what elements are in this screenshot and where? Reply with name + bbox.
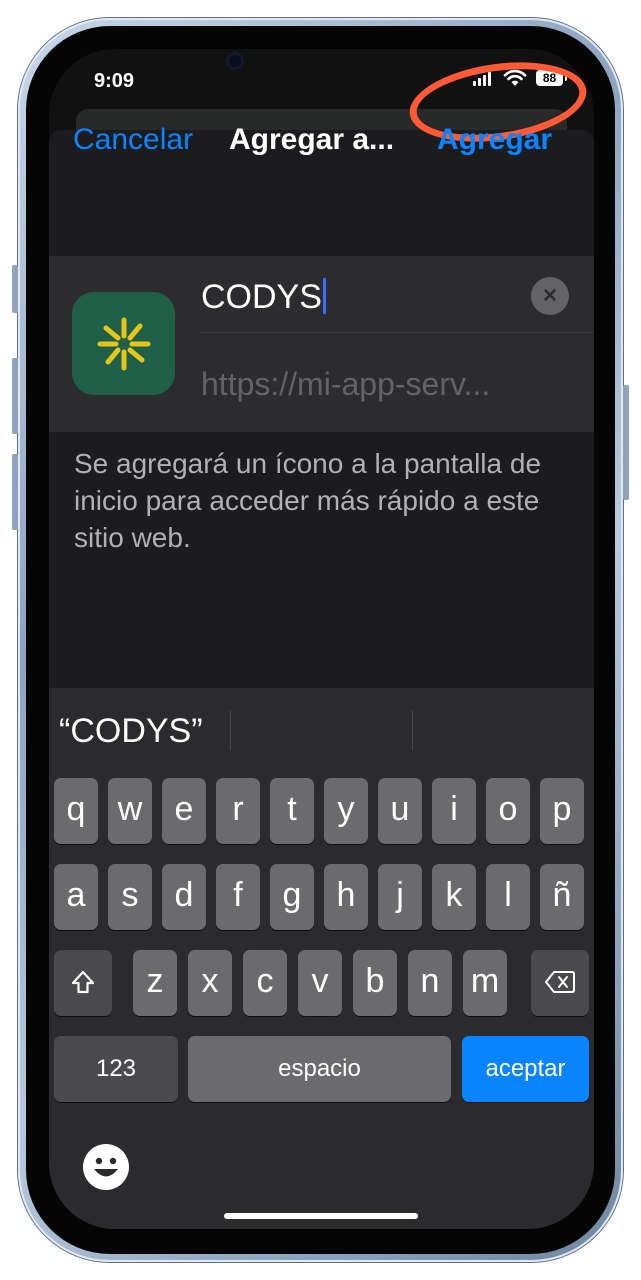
- name-input-text: CODYS: [201, 278, 326, 317]
- key[interactable]: m: [463, 950, 507, 1016]
- screen: 9:09 88 Cancelar Agregar a... Agregar CO…: [49, 49, 594, 1229]
- key[interactable]: f: [216, 864, 260, 930]
- key[interactable]: h: [324, 864, 368, 930]
- key[interactable]: s: [108, 864, 152, 930]
- autocorrect-suggestion[interactable]: “CODYS”: [59, 712, 203, 751]
- key[interactable]: l: [486, 864, 530, 930]
- text-caret: [322, 278, 326, 314]
- status-time: 9:09: [94, 70, 135, 92]
- clear-icon[interactable]: ×: [531, 277, 569, 315]
- delete-icon: [545, 971, 575, 993]
- key[interactable]: p: [540, 778, 584, 844]
- suggestion-divider: [412, 710, 413, 750]
- home-indicator: [224, 1213, 418, 1219]
- key[interactable]: k: [432, 864, 476, 930]
- key[interactable]: q: [54, 778, 98, 844]
- key[interactable]: n: [408, 950, 452, 1016]
- key[interactable]: z: [133, 950, 177, 1016]
- help-text: Se agregará un ícono a la pantalla de in…: [74, 448, 542, 553]
- key[interactable]: y: [324, 778, 368, 844]
- add-button[interactable]: Agregar: [437, 123, 552, 157]
- key[interactable]: b: [353, 950, 397, 1016]
- app-icon: [72, 292, 175, 395]
- bookmark-form: CODYS × https://mi-app-serv...: [49, 256, 594, 432]
- emoji-face: [94, 1157, 118, 1177]
- volume-down-button: [12, 454, 18, 530]
- name-value: CODYS: [201, 278, 322, 316]
- key[interactable]: ñ: [540, 864, 584, 930]
- key[interactable]: c: [243, 950, 287, 1016]
- space-key[interactable]: espacio: [188, 1036, 451, 1102]
- shift-key[interactable]: [54, 950, 112, 1016]
- key[interactable]: v: [298, 950, 342, 1016]
- key[interactable]: r: [216, 778, 260, 844]
- key[interactable]: j: [378, 864, 422, 930]
- power-button: [623, 385, 629, 500]
- key[interactable]: u: [378, 778, 422, 844]
- key[interactable]: x: [188, 950, 232, 1016]
- key[interactable]: a: [54, 864, 98, 930]
- return-key[interactable]: aceptar: [462, 1036, 589, 1102]
- key[interactable]: g: [270, 864, 314, 930]
- cancel-button[interactable]: Cancelar: [73, 123, 193, 157]
- key[interactable]: i: [432, 778, 476, 844]
- url-text: https://mi-app-serv...: [201, 366, 491, 402]
- numbers-key[interactable]: 123: [54, 1036, 178, 1102]
- front-camera: [229, 55, 241, 67]
- suggestion-divider: [230, 710, 231, 750]
- delete-key[interactable]: [531, 950, 589, 1016]
- name-input[interactable]: CODYS ×: [201, 270, 594, 333]
- key[interactable]: t: [270, 778, 314, 844]
- shift-icon: [71, 970, 95, 994]
- key[interactable]: w: [108, 778, 152, 844]
- side-button: [12, 265, 18, 313]
- key[interactable]: e: [162, 778, 206, 844]
- sheet-title: Agregar a...: [229, 123, 395, 156]
- key[interactable]: d: [162, 864, 206, 930]
- key[interactable]: o: [486, 778, 530, 844]
- emoji-icon[interactable]: [83, 1144, 129, 1190]
- volume-up-button: [12, 358, 18, 434]
- logo-icon: [97, 317, 150, 370]
- keyboard: “CODYS” q w e r t y u i o p a s d f g h …: [49, 688, 594, 1229]
